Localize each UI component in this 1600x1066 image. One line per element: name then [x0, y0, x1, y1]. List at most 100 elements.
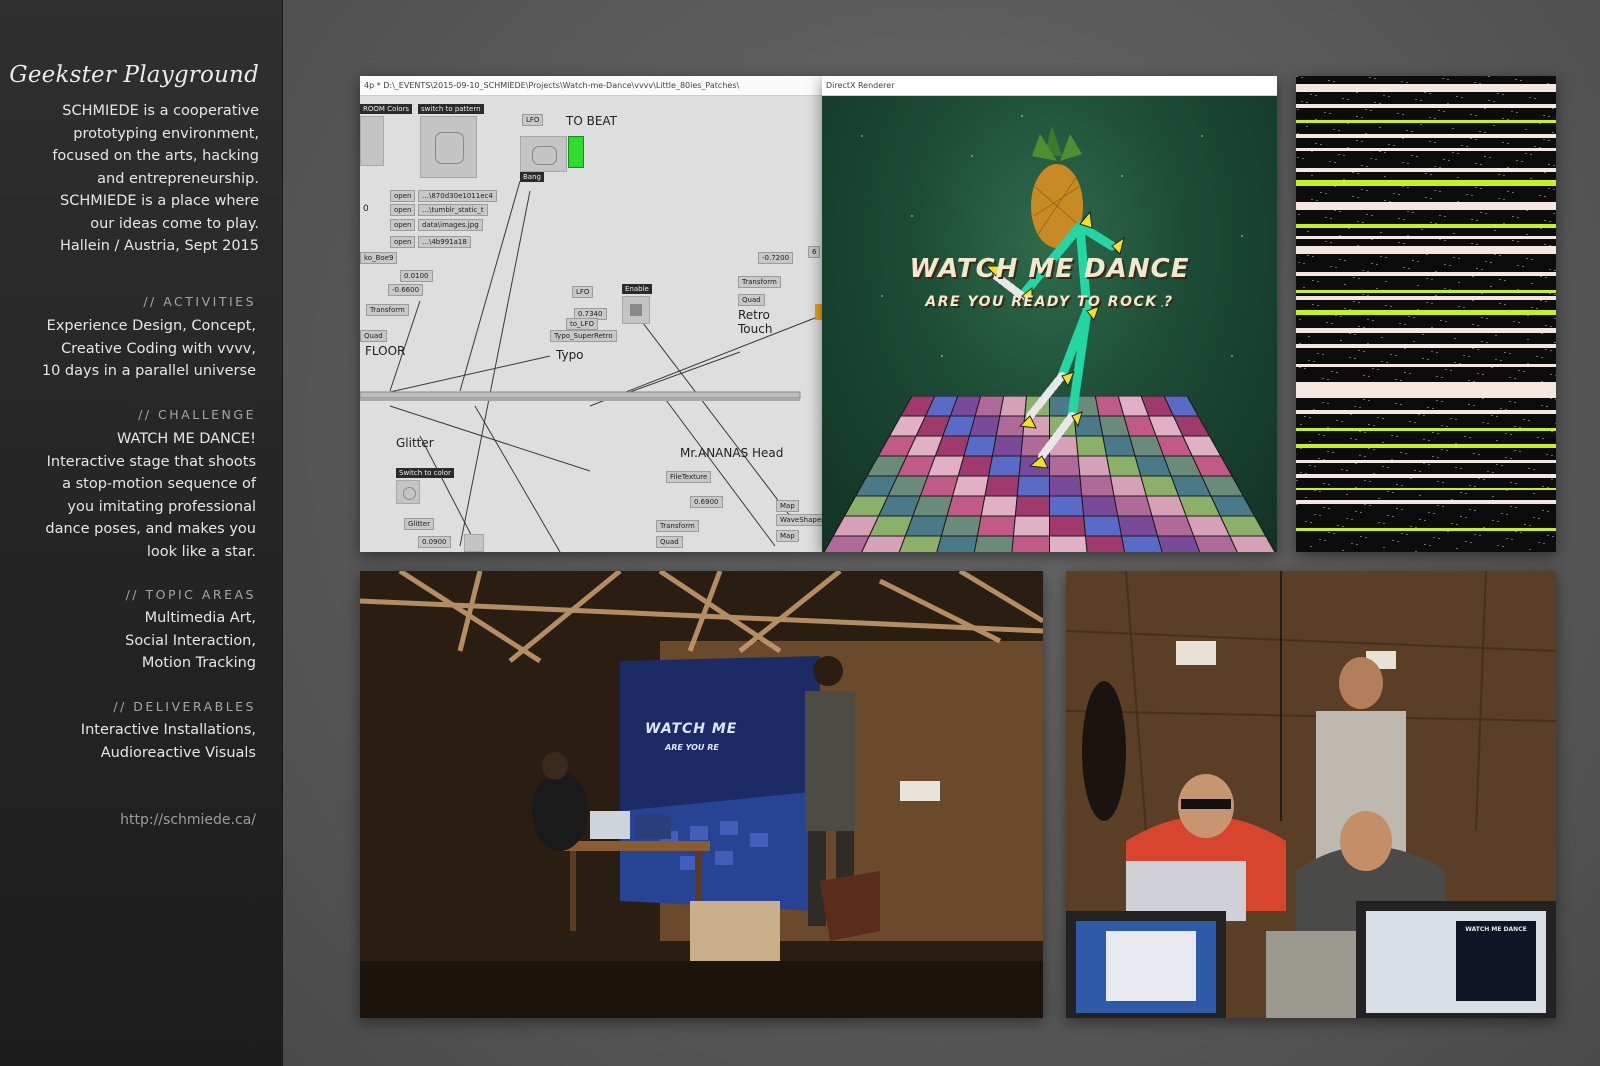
patch-node: data\images.jpg [418, 219, 483, 231]
noise-dot [1444, 264, 1446, 265]
noise-dot [1507, 167, 1509, 168]
noise-dot [1515, 531, 1517, 532]
noise-dot [1474, 534, 1476, 535]
noise-dot [1368, 424, 1370, 425]
noise-dot [1554, 342, 1556, 343]
noise-dot [1323, 459, 1325, 460]
noise-dot [1380, 256, 1382, 257]
noise-dot [1310, 94, 1312, 95]
noise-dot [1511, 539, 1513, 540]
noise-dot [1473, 453, 1475, 454]
noise-dot [1402, 162, 1404, 163]
patch-pad [420, 116, 477, 178]
section-line: WATCH ME DANCE! [116, 431, 256, 447]
noise-dot [1315, 95, 1317, 96]
floor-tile [1117, 515, 1159, 537]
noise-dot [1372, 320, 1374, 321]
noise-dot [1504, 304, 1506, 305]
noise-dot [1395, 355, 1397, 356]
noise-dot [1356, 116, 1358, 117]
noise-dot [1541, 405, 1543, 406]
noise-dot [1367, 343, 1369, 344]
noise-dot [1354, 358, 1356, 359]
intro-line: SCHMIEDE is a place where [60, 193, 259, 209]
noise-dot [1475, 139, 1477, 140]
noise-dot [1338, 154, 1340, 155]
website-link[interactable]: http://schmiede.ca/ [0, 812, 256, 828]
noise-dot [1447, 79, 1449, 80]
noise-dot [1366, 166, 1368, 167]
noise-dot [1525, 153, 1527, 154]
noise-dot [1439, 191, 1441, 192]
noise-dot [1437, 433, 1439, 434]
floor-tile [1083, 515, 1123, 537]
noise-dot [1381, 361, 1383, 362]
noise-dot [1378, 498, 1380, 499]
noise-dot [1437, 481, 1439, 482]
noise-dot [1497, 93, 1499, 94]
noise-dot [1456, 524, 1458, 525]
team-photo: WATCH ME DANCE [1066, 571, 1556, 1018]
noise-dot [1336, 420, 1338, 421]
noise-dot [1487, 423, 1489, 424]
noise-dot [1487, 471, 1489, 472]
noise-dot [1480, 188, 1482, 189]
noise-dot [1453, 257, 1455, 258]
noise-dot [1516, 112, 1518, 113]
noise-dot [1372, 368, 1374, 369]
stage-screen-title: WATCH ME [645, 721, 738, 737]
noise-dot [1382, 466, 1384, 467]
noise-dot [1465, 517, 1467, 518]
noise-dot [1347, 99, 1349, 100]
stripe-band [1296, 444, 1556, 448]
noise-dot [1543, 115, 1545, 116]
noise-dot [1470, 138, 1472, 139]
patch-node: -0.7200 [758, 252, 794, 264]
noise-dot [1431, 351, 1433, 352]
stripe-band [1296, 272, 1556, 276]
noise-dot [1522, 266, 1524, 267]
noise-dot [1503, 199, 1505, 200]
stripe-band [1296, 382, 1556, 398]
noise-dot [1472, 324, 1474, 325]
noise-dot [1314, 466, 1316, 467]
noise-dot [1410, 526, 1412, 527]
noise-dot [1449, 265, 1451, 266]
noise-dot [1400, 380, 1402, 381]
floor-tile [1228, 535, 1276, 552]
noise-dot [1477, 349, 1479, 350]
noise-dot [1515, 507, 1517, 508]
noise-dot [1349, 357, 1351, 358]
patch-node: LFO [522, 114, 544, 126]
noise-dot [1428, 440, 1430, 441]
noise-dot [1384, 152, 1386, 153]
noise-dot [1460, 516, 1462, 517]
noise-dot [1373, 449, 1375, 450]
patch-node: 0.0900 [418, 536, 451, 548]
noise-dot [1403, 219, 1405, 220]
noise-dot [1554, 294, 1556, 295]
enable-toggle [622, 296, 650, 324]
intro-line: and entrepreneurship. [97, 170, 259, 187]
noise-dot [1346, 518, 1348, 519]
noise-dot [1358, 326, 1360, 327]
noise-dot [1343, 179, 1345, 180]
noise-dot [1554, 270, 1556, 271]
noise-dot [1490, 262, 1492, 263]
noise-dot [1541, 357, 1543, 358]
patch-node: to_LFO [566, 318, 598, 330]
noise-dot [1533, 469, 1535, 470]
noise-dot [1408, 316, 1410, 317]
noise-dot [1434, 166, 1436, 167]
noise-dot [1428, 464, 1430, 465]
noise-dot [1374, 102, 1376, 103]
noise-dot [1464, 436, 1466, 437]
floor-tile [1012, 515, 1050, 537]
noise-dot [1355, 487, 1357, 488]
noise-dot [1542, 438, 1544, 439]
noise-dot [1434, 118, 1436, 119]
noise-dot [1370, 158, 1372, 159]
noise-dot [1499, 279, 1501, 280]
noise-dot [1339, 235, 1341, 236]
noise-dot [1551, 479, 1553, 480]
